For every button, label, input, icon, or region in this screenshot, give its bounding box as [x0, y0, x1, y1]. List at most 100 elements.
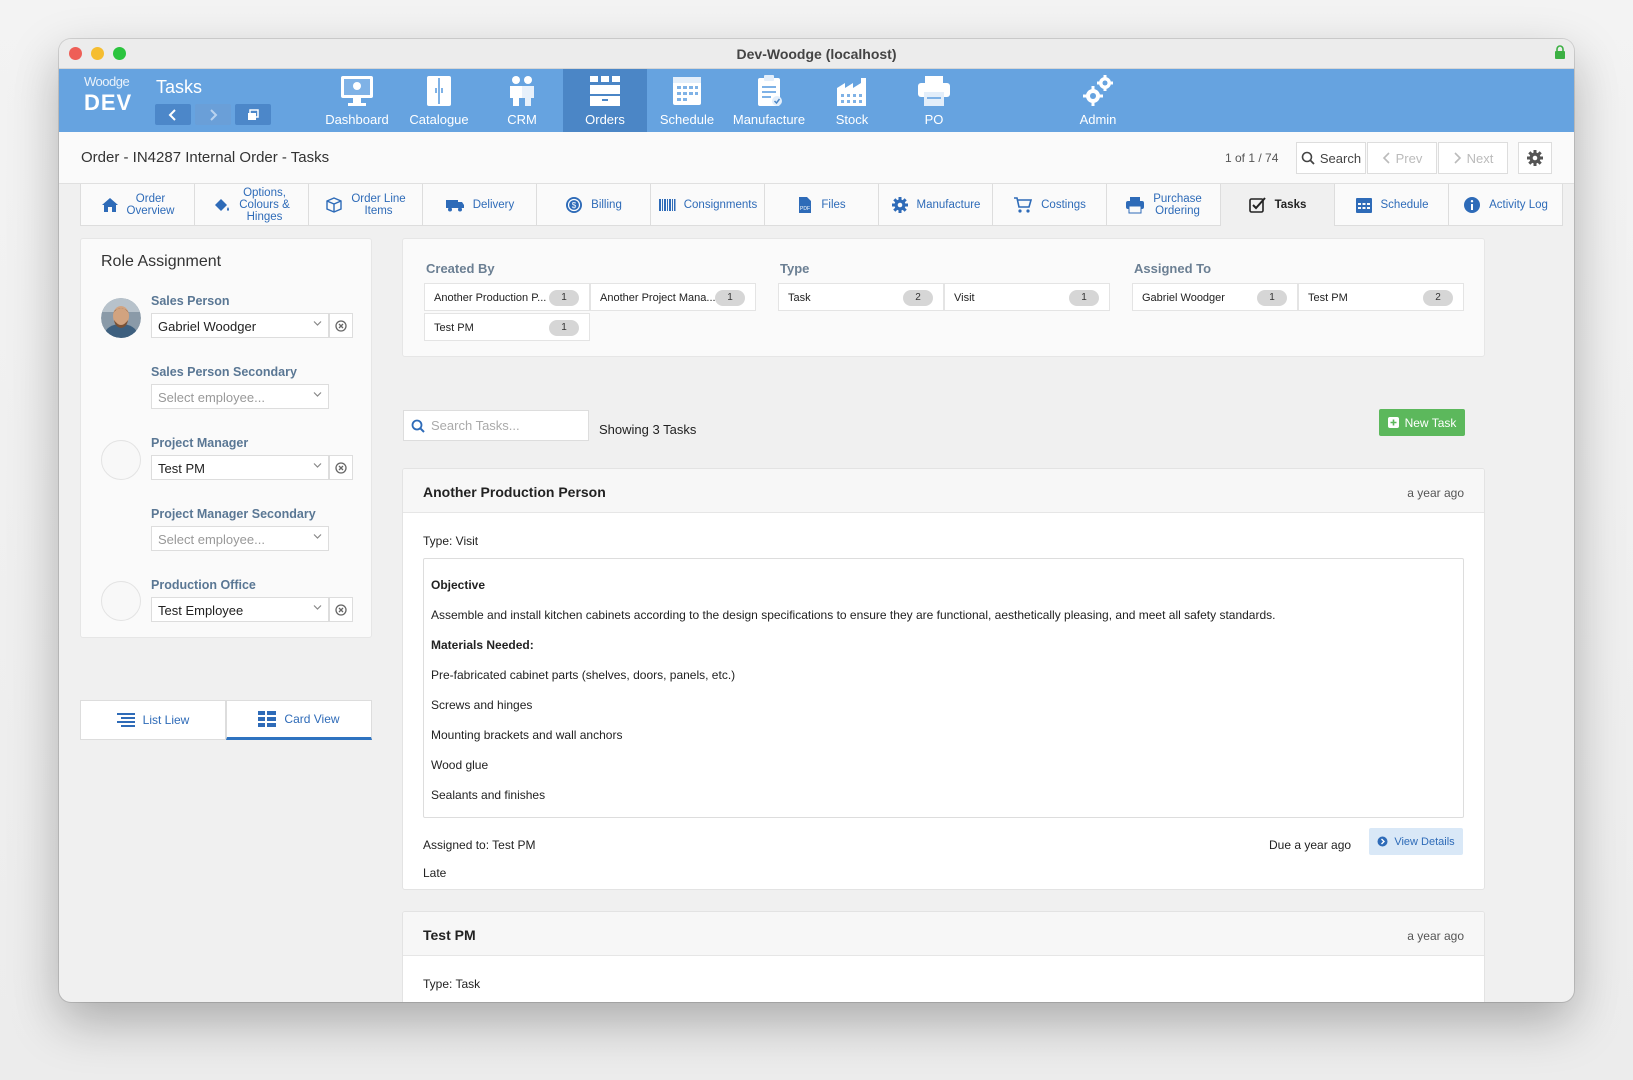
tab-manufacture[interactable]: Manufacture — [879, 184, 993, 226]
filter-chip-count: 1 — [715, 290, 745, 306]
brand-logo[interactable]: Woodge DEV — [84, 74, 144, 116]
nav-dashboard[interactable]: Dashboard — [315, 69, 399, 132]
production-office-select[interactable]: Test Employee — [151, 597, 329, 622]
nav-po-label: PO — [924, 112, 944, 127]
tab-consignments[interactable]: Consignments — [651, 184, 765, 226]
tab-schedule[interactable]: Schedule — [1335, 184, 1449, 226]
chevron-down-icon — [313, 392, 322, 397]
filter-chip[interactable]: Test PM 2 — [1298, 283, 1464, 311]
tab-tasks[interactable]: Tasks — [1221, 184, 1335, 226]
chevron-left-icon — [1382, 152, 1390, 164]
tab-files[interactable]: PDF Files — [765, 184, 879, 226]
plus-icon — [1387, 417, 1399, 428]
tab-order-line-items[interactable]: Order Line Items — [309, 184, 423, 226]
filter-chip[interactable]: Another Production P... 1 — [424, 283, 590, 311]
tab-delivery[interactable]: Delivery — [423, 184, 537, 226]
next-button[interactable]: Next — [1438, 142, 1508, 174]
forward-button[interactable] — [195, 104, 231, 125]
calendar-icon — [1355, 197, 1372, 213]
nav-admin[interactable]: Admin — [1056, 69, 1140, 132]
type-heading: Type — [780, 261, 810, 276]
sales-person-clear-button[interactable] — [329, 313, 353, 338]
search-button[interactable]: Search — [1296, 142, 1366, 174]
tab-purchase-ordering[interactable]: Purchase Ordering — [1107, 184, 1221, 226]
monitor-icon — [341, 76, 373, 106]
tab-label: Ordering — [1155, 204, 1200, 217]
nav-dashboard-label: Dashboard — [325, 112, 389, 127]
tab-options[interactable]: Options, Colours & Hinges — [195, 184, 309, 226]
task-type: Type: Task — [423, 977, 481, 991]
nav-crm[interactable]: CRM — [480, 69, 564, 132]
list-view-label: List Liew — [142, 713, 190, 727]
nav-catalogue[interactable]: Catalogue — [397, 69, 481, 132]
task-filters-panel: Created By Type Assigned To Another Prod… — [402, 238, 1485, 357]
sales-person-select[interactable]: Gabriel Woodger — [151, 313, 329, 338]
tab-order-overview[interactable]: Order Overview — [81, 184, 195, 226]
orders-icon — [590, 76, 620, 106]
prev-button-label: Prev — [1395, 150, 1423, 166]
card-view-label: Card View — [284, 712, 340, 726]
project-manager-secondary-select[interactable]: Select employee... — [151, 526, 329, 551]
filter-chip-label: Another Production P... — [434, 292, 547, 304]
barcode-icon — [658, 198, 676, 211]
view-details-button[interactable]: View Details — [1369, 828, 1463, 855]
settings-button[interactable] — [1518, 142, 1552, 174]
new-task-button[interactable]: New Task — [1379, 409, 1465, 436]
role-assignment-title: Role Assignment — [101, 253, 222, 270]
task-search-input[interactable]: Search Tasks... — [403, 410, 589, 441]
order-header: Order - IN4287 Internal Order - Tasks 1 … — [59, 132, 1574, 184]
new-window-button[interactable] — [235, 104, 271, 125]
sales-person-secondary-placeholder: Select employee... — [158, 390, 265, 405]
nav-manufacture[interactable]: Manufacture — [727, 69, 811, 132]
tab-label: Purchase — [1153, 192, 1202, 205]
tab-billing[interactable]: $ Billing — [537, 184, 651, 226]
nav-schedule[interactable]: Schedule — [645, 69, 729, 132]
avatar — [101, 440, 141, 480]
chevron-down-icon — [313, 605, 322, 610]
tab-label: Manufacture — [916, 198, 981, 211]
filter-chip-count: 2 — [903, 290, 933, 306]
card-view-button[interactable]: Card View — [226, 700, 372, 740]
view-details-label: View Details — [1394, 835, 1455, 848]
people-icon — [510, 76, 534, 106]
nav-orders[interactable]: Orders — [563, 69, 647, 132]
project-manager-select[interactable]: Test PM — [151, 455, 329, 480]
material-item: Sealants and finishes — [431, 788, 546, 802]
view-toggle: List Liew Card View — [80, 700, 372, 740]
nav-stock[interactable]: Stock — [810, 69, 894, 132]
svg-text:PDF: PDF — [800, 206, 810, 212]
filter-chip-count: 1 — [549, 320, 579, 336]
filter-chip[interactable]: Another Project Mana... 1 — [590, 283, 756, 311]
project-manager-clear-button[interactable] — [329, 455, 353, 480]
lock-icon — [1555, 45, 1565, 59]
filter-chip[interactable]: Task 2 — [778, 283, 944, 311]
checkbox-icon — [1248, 197, 1266, 213]
tab-label: Colours & — [239, 198, 290, 211]
material-item: Screws and hinges — [431, 698, 533, 712]
sales-person-secondary-select[interactable]: Select employee... — [151, 384, 329, 409]
material-item: Pre-fabricated cabinet parts (shelves, d… — [431, 668, 736, 682]
production-office-clear-button[interactable] — [329, 597, 353, 622]
tab-label: Options, — [243, 186, 286, 199]
list-view-button[interactable]: List Liew — [80, 700, 226, 740]
tab-activity-log[interactable]: Activity Log — [1449, 184, 1563, 226]
filter-chip[interactable]: Visit 1 — [944, 283, 1110, 311]
prev-button[interactable]: Prev — [1367, 142, 1437, 174]
project-manager-secondary-placeholder: Select employee... — [158, 532, 265, 547]
svg-text:$: $ — [572, 201, 577, 210]
filter-chip[interactable]: Test PM 1 — [424, 313, 590, 341]
app-window: Dev-Woodge (localhost) Woodge DEV Tasks … — [59, 39, 1574, 1002]
nav-schedule-label: Schedule — [659, 112, 715, 127]
next-button-label: Next — [1466, 150, 1494, 166]
task-card: Test PM a year ago Type: Task — [402, 911, 1485, 1002]
task-card-header: Another Production Person a year ago — [403, 469, 1484, 513]
chevron-down-icon — [313, 463, 322, 468]
nav-po[interactable]: PO — [892, 69, 976, 132]
clear-icon — [335, 461, 347, 474]
sales-person-value: Gabriel Woodger — [158, 319, 257, 334]
task-assignee: Assigned to: Test PM — [423, 838, 536, 852]
back-button[interactable] — [155, 104, 191, 125]
filter-chip[interactable]: Gabriel Woodger 1 — [1132, 283, 1298, 311]
home-icon — [101, 197, 118, 212]
tab-costings[interactable]: Costings — [993, 184, 1107, 226]
